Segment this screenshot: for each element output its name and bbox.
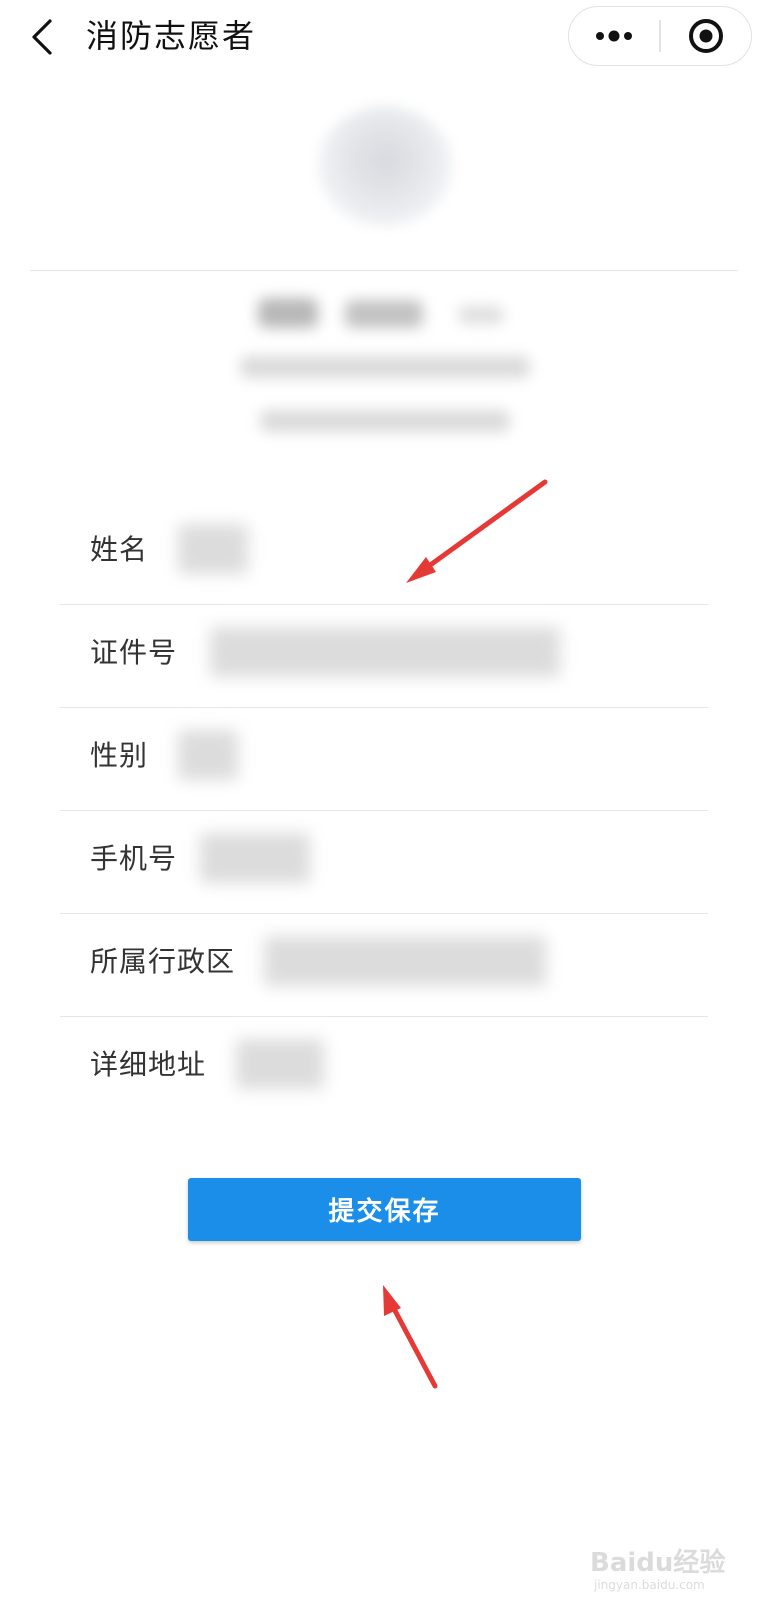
profile-name-blurred-2	[345, 300, 423, 328]
name-label: 姓名	[90, 533, 149, 566]
form-row-name[interactable]: 姓名	[60, 502, 708, 605]
baidu-jingyan-watermark: Baidu经验 jingyan.baidu.com	[590, 1542, 760, 1592]
navigation-bar: 消防志愿者	[0, 0, 768, 86]
form-row-district[interactable]: 所属行政区	[60, 914, 708, 1017]
district-value	[264, 936, 546, 986]
gender-label: 性别	[90, 739, 149, 772]
submit-save-button[interactable]: 提交保存	[188, 1178, 581, 1241]
form-row-gender[interactable]: 性别	[60, 708, 708, 811]
form-row-address[interactable]: 详细地址	[60, 1017, 708, 1120]
profile-divider	[30, 270, 738, 271]
phone-value	[200, 833, 310, 883]
profile-tag-blurred	[458, 306, 504, 324]
address-value	[236, 1039, 324, 1089]
profile-name-blurred	[258, 298, 318, 328]
profile-address-blurred	[260, 410, 510, 432]
close-mini-program-button[interactable]	[661, 7, 751, 65]
id-number-value	[210, 627, 560, 677]
target-circle-icon	[688, 19, 723, 53]
address-label: 详细地址	[90, 1048, 207, 1081]
annotation-arrow-bottom	[383, 1285, 438, 1389]
more-button[interactable]	[569, 7, 659, 65]
name-value	[178, 524, 248, 574]
back-button[interactable]	[22, 12, 62, 62]
page-title: 消防志愿者	[86, 17, 257, 55]
chevron-left-icon	[32, 19, 52, 55]
gender-value	[178, 730, 238, 780]
mini-program-capsule	[568, 6, 752, 66]
id-number-label: 证件号	[90, 636, 178, 669]
phone-label: 手机号	[90, 842, 178, 875]
form-row-phone[interactable]: 手机号	[60, 811, 708, 914]
avatar	[318, 106, 452, 226]
profile-info-blurred	[240, 356, 530, 378]
form-row-id-number[interactable]: 证件号	[60, 605, 708, 708]
district-label: 所属行政区	[90, 945, 236, 978]
more-dots-icon	[596, 30, 633, 42]
watermark-main-text: Baidu经验	[590, 1548, 726, 1578]
watermark-sub-text: jingyan.baidu.com	[594, 1578, 705, 1592]
